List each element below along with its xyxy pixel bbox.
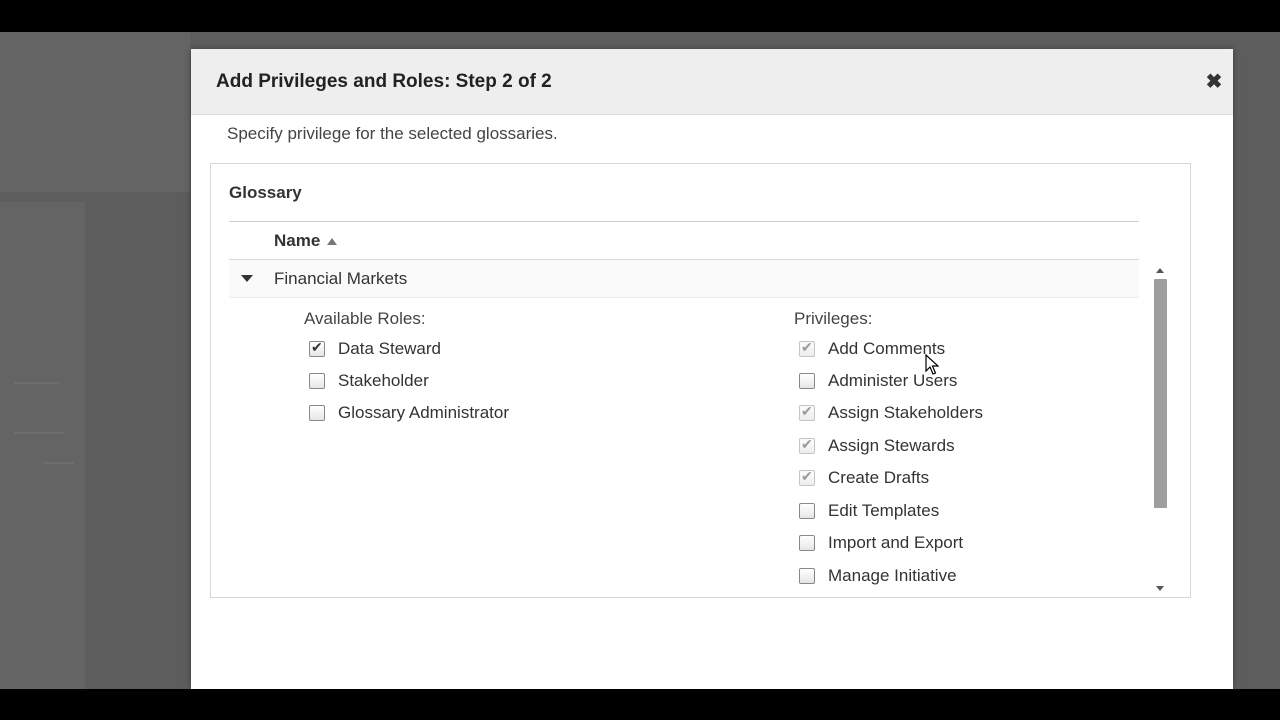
privilege-manage-initiative[interactable]: Manage Initiative: [799, 564, 957, 588]
role-glossary-administrator[interactable]: Glossary Administrator: [309, 401, 509, 425]
privilege-checkbox[interactable]: [799, 503, 815, 519]
privilege-label: Assign Stewards: [828, 436, 955, 455]
role-checkbox[interactable]: [309, 339, 325, 357]
privilege-label: Edit Templates: [828, 501, 940, 520]
sort-ascending-icon: [327, 237, 338, 245]
background-header-area: [0, 32, 190, 192]
role-label: Stakeholder: [338, 371, 429, 390]
mouse-pointer-icon: [925, 354, 939, 375]
background-left-nav: [0, 202, 85, 689]
glossary-group-label: Financial Markets: [274, 269, 408, 288]
privilege-import-and-export[interactable]: Import and Export: [799, 531, 963, 555]
role-data-steward[interactable]: Data Steward: [309, 337, 441, 361]
privilege-checkbox[interactable]: [799, 535, 815, 551]
role-checkbox[interactable]: [309, 405, 325, 421]
glossary-panel: Glossary Name Financial Markets Availabl…: [210, 163, 1191, 598]
privilege-checkbox[interactable]: [799, 468, 815, 486]
privilege-edit-templates[interactable]: Edit Templates: [799, 499, 939, 523]
dialog-header: Add Privileges and Roles: Step 2 of 2 ✖: [191, 49, 1233, 115]
role-label: Glossary Administrator: [338, 403, 509, 422]
privilege-checkbox[interactable]: [799, 436, 815, 454]
scroll-down-icon[interactable]: [1156, 586, 1164, 591]
divider: [229, 221, 1139, 222]
dialog-title: Add Privileges and Roles: Step 2 of 2: [216, 71, 552, 92]
privilege-checkbox[interactable]: [799, 373, 815, 389]
background-line: [44, 462, 74, 464]
privilege-create-drafts[interactable]: Create Drafts: [799, 466, 929, 490]
role-label: Data Steward: [338, 339, 441, 358]
privilege-assign-stewards[interactable]: Assign Stewards: [799, 434, 955, 458]
privilege-checkbox[interactable]: [799, 403, 815, 421]
glossary-group-row[interactable]: Financial Markets: [229, 260, 1139, 298]
privilege-checkbox[interactable]: [799, 568, 815, 584]
close-icon[interactable]: ✖: [1205, 72, 1223, 92]
role-checkbox[interactable]: [309, 373, 325, 389]
vertical-scrollbar[interactable]: [1152, 263, 1169, 595]
privilege-checkbox[interactable]: [799, 339, 815, 357]
privilege-assign-stakeholders[interactable]: Assign Stakeholders: [799, 401, 983, 425]
role-stakeholder[interactable]: Stakeholder: [309, 369, 429, 393]
panel-heading: Glossary: [229, 183, 302, 202]
available-roles-label: Available Roles:: [304, 309, 426, 328]
privilege-label: Import and Export: [828, 533, 964, 552]
name-column-header[interactable]: Name: [274, 231, 338, 251]
add-privileges-dialog: Add Privileges and Roles: Step 2 of 2 ✖ …: [191, 49, 1233, 689]
scroll-up-icon[interactable]: [1156, 268, 1164, 273]
background-line: [14, 382, 59, 384]
privilege-label: Manage Initiative: [828, 566, 957, 585]
privilege-label: Create Drafts: [828, 468, 930, 487]
collapse-caret-icon[interactable]: [241, 275, 253, 282]
privilege-add-comments[interactable]: Add Comments: [799, 337, 945, 361]
name-column-label: Name: [274, 231, 321, 250]
scroll-thumb[interactable]: [1154, 279, 1167, 508]
background-line: [14, 432, 64, 434]
privileges-label: Privileges:: [794, 309, 873, 328]
privilege-label: Assign Stakeholders: [828, 403, 983, 422]
dialog-subtitle: Specify privilege for the selected gloss…: [227, 124, 558, 143]
